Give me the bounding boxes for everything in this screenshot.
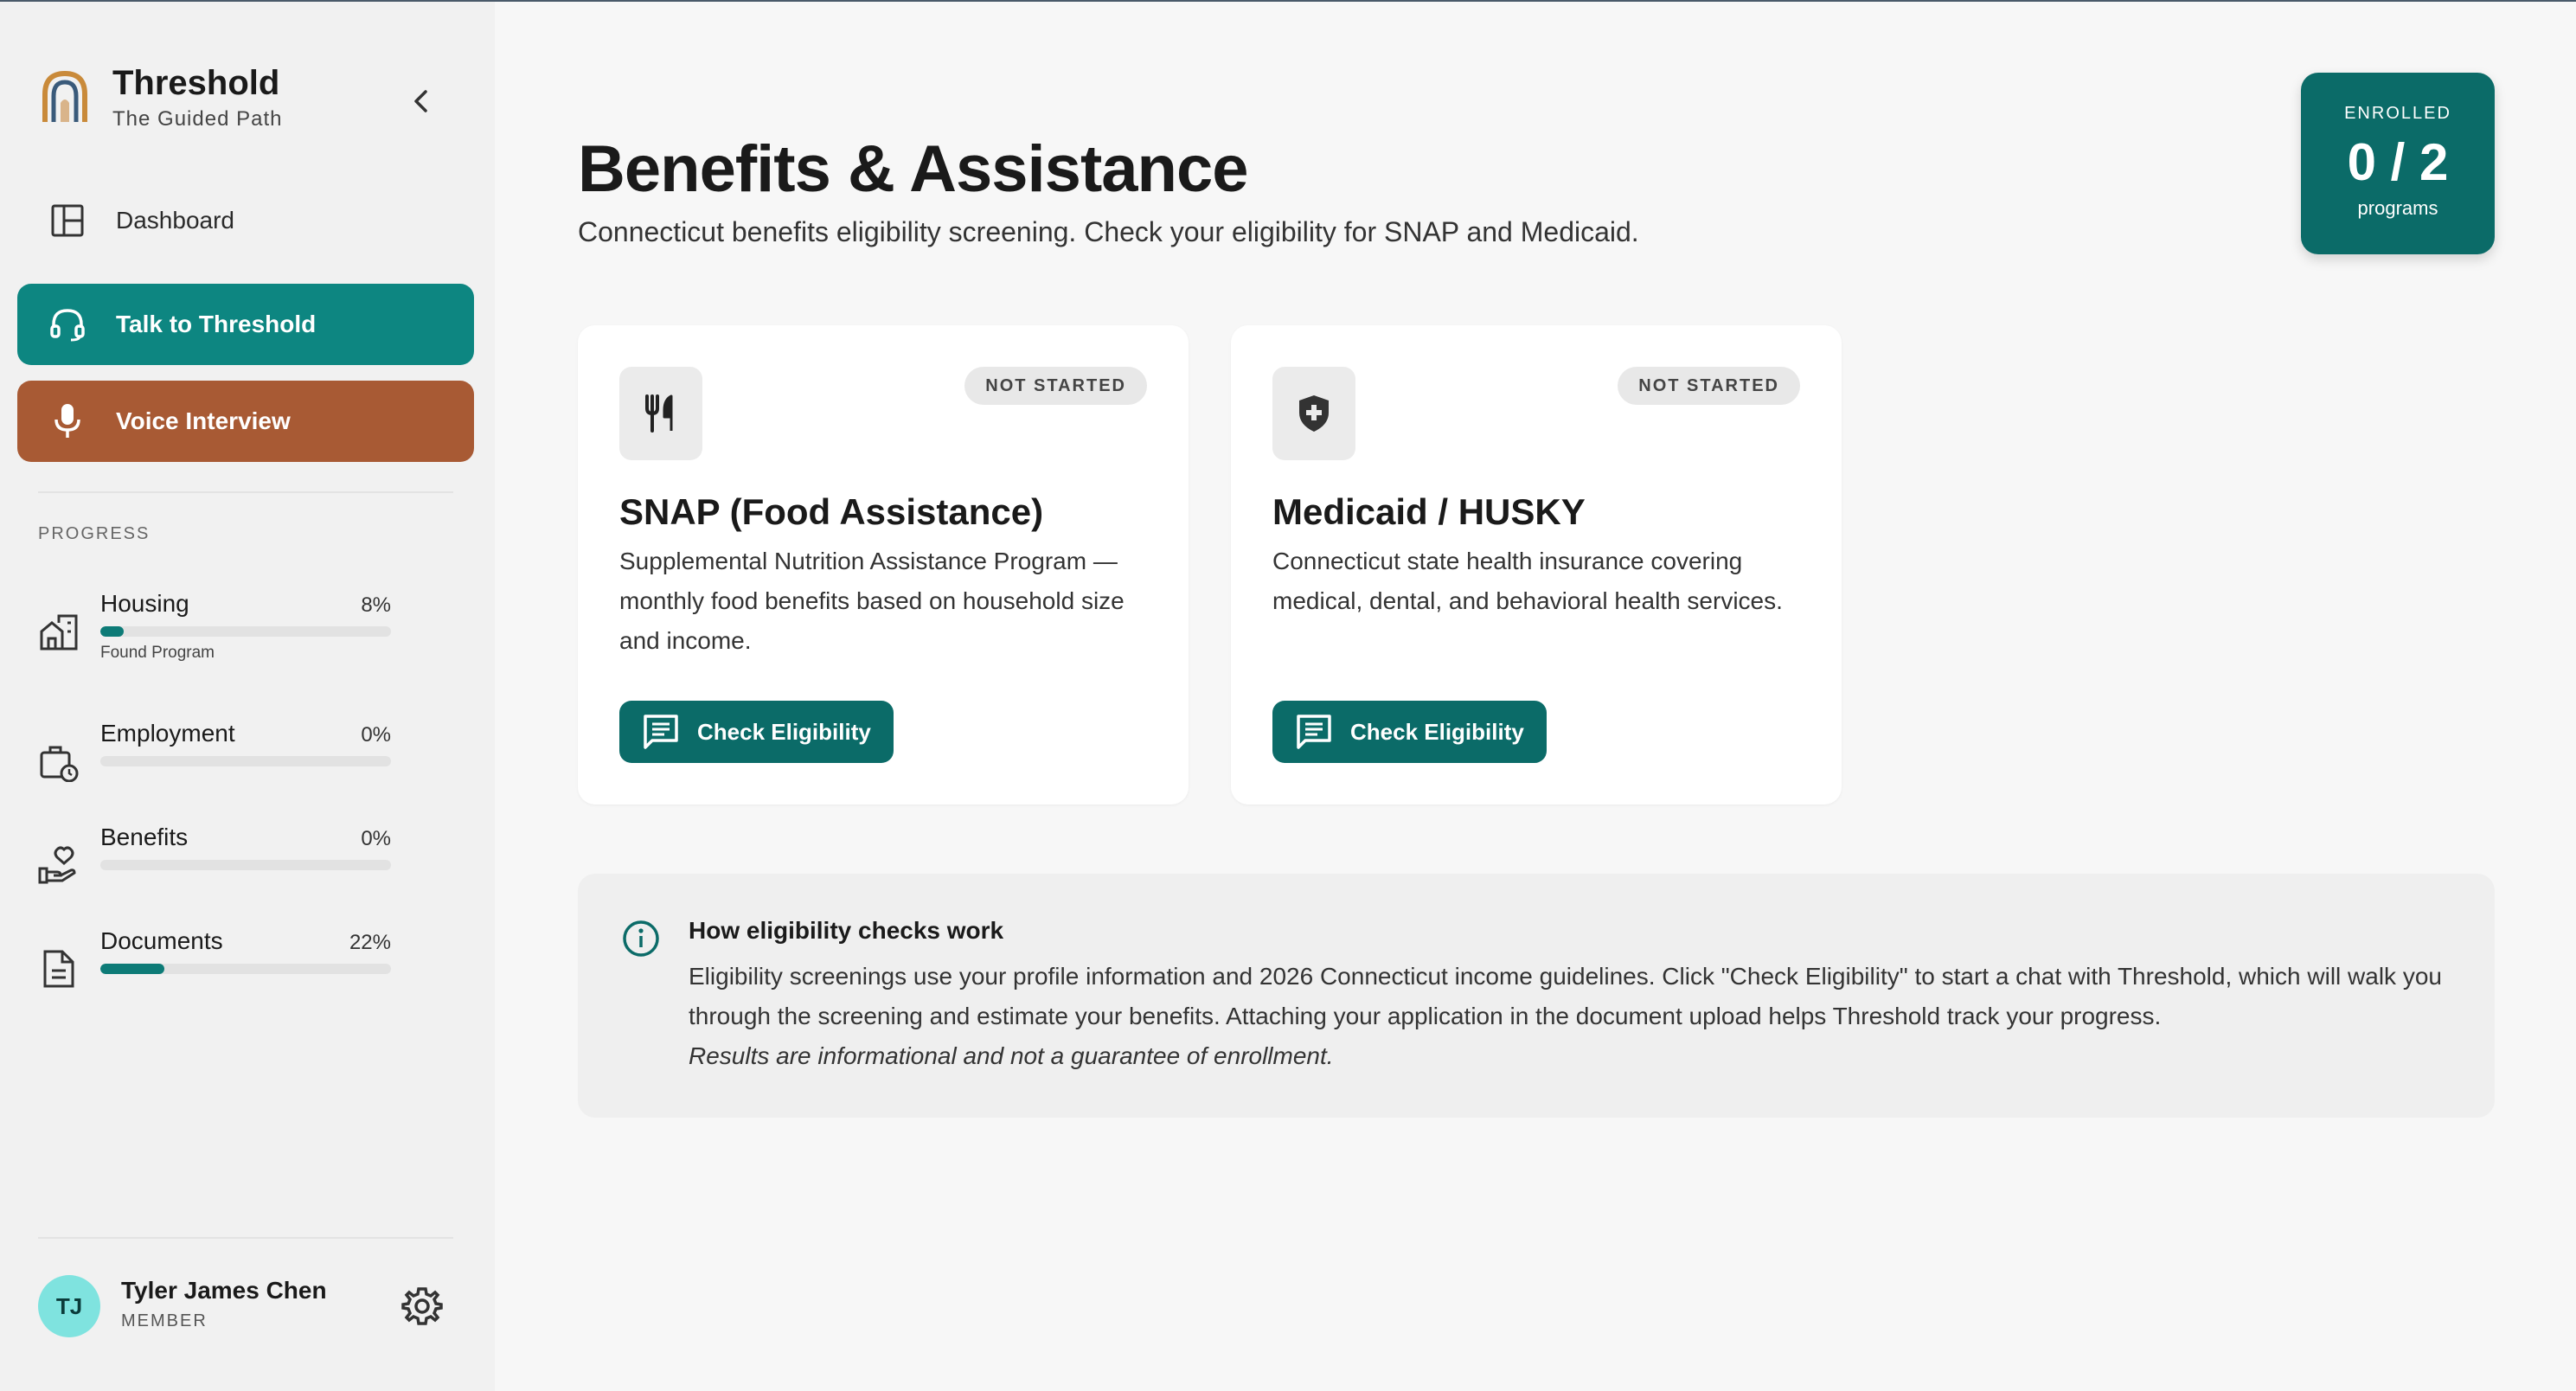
- progress-value: 0%: [361, 827, 391, 850]
- status-badge: NOT STARTED: [964, 367, 1147, 405]
- progress-status: Found Program: [100, 644, 215, 662]
- document-icon: [43, 950, 74, 988]
- page-title: Benefits & Assistance: [578, 132, 1248, 206]
- enrolled-unit: programs: [2357, 197, 2438, 219]
- avatar: TJ: [38, 1275, 100, 1337]
- info-body: Eligibility screenings use your profile …: [689, 957, 2470, 1076]
- sidebar-divider: [38, 1237, 453, 1239]
- progress-heading: PROGRESS: [38, 524, 151, 543]
- nav-talk-to-threshold[interactable]: Talk to Threshold: [17, 284, 474, 365]
- progress-label: Housing: [100, 590, 189, 617]
- progress-label: Documents: [100, 927, 223, 954]
- progress-bar: [100, 860, 391, 870]
- page-subtitle: Connecticut benefits eligibility screeni…: [578, 216, 1639, 247]
- layout-icon: [47, 200, 88, 241]
- progress-value: 8%: [361, 593, 391, 617]
- program-card-medicaid: NOT STARTED Medicaid / HUSKY Connecticut…: [1231, 325, 1842, 804]
- chat-icon: [1297, 715, 1331, 749]
- card-description: Supplemental Nutrition Assistance Progra…: [619, 548, 1125, 654]
- nav-voice-label: Voice Interview: [116, 407, 291, 434]
- brand[interactable]: Threshold The Guided Path: [38, 62, 282, 131]
- progress-item-documents[interactable]: Documents 22%: [38, 927, 391, 997]
- progress-fill: [100, 626, 124, 637]
- card-title: Medicaid / HUSKY: [1272, 491, 1586, 532]
- progress-fill: [100, 964, 164, 974]
- threshold-logo-icon: [42, 70, 87, 122]
- info-text: Eligibility screenings use your profile …: [689, 963, 2442, 1029]
- card-title: SNAP (Food Assistance): [619, 491, 1044, 532]
- card-description: Connecticut state health insurance cover…: [1272, 548, 1783, 614]
- house-building-icon: [40, 614, 78, 651]
- nav-dashboard-label: Dashboard: [116, 207, 234, 234]
- program-card-snap: NOT STARTED SNAP (Food Assistance) Suppl…: [578, 325, 1189, 804]
- user-profile[interactable]: TJ Tyler James Chen MEMBER: [38, 1273, 453, 1343]
- enrolled-count: 0 / 2: [2347, 133, 2449, 191]
- brand-subtitle: The Guided Path: [112, 107, 283, 131]
- progress-bar: [100, 756, 391, 766]
- headset-icon: [47, 304, 88, 345]
- info-disclaimer: Results are informational and not a guar…: [689, 1042, 1334, 1069]
- hand-heart-icon: [38, 846, 76, 884]
- check-eligibility-label: Check Eligibility: [1350, 718, 1524, 745]
- utensils-icon: [619, 367, 702, 460]
- shield-plus-icon: [1272, 367, 1355, 460]
- progress-label: Employment: [100, 720, 235, 747]
- sidebar: Threshold The Guided Path Dashboard Talk…: [0, 2, 495, 1391]
- progress-label: Benefits: [100, 824, 189, 850]
- progress-item-employment[interactable]: Employment 0%: [38, 720, 391, 789]
- check-eligibility-button-snap[interactable]: Check Eligibility: [619, 701, 894, 763]
- user-role: MEMBER: [121, 1311, 208, 1330]
- nav-voice-interview[interactable]: Voice Interview: [17, 381, 474, 462]
- status-badge: NOT STARTED: [1618, 367, 1800, 405]
- collapse-sidebar-button[interactable]: [400, 80, 443, 123]
- info-icon: [623, 920, 659, 957]
- nav-dashboard[interactable]: Dashboard: [17, 180, 474, 261]
- progress-item-benefits[interactable]: Benefits 0%: [38, 824, 391, 893]
- sidebar-divider: [38, 491, 453, 493]
- progress-value: 22%: [349, 931, 391, 954]
- progress-value: 0%: [361, 723, 391, 747]
- info-panel: How eligibility checks work Eligibility …: [578, 874, 2495, 1118]
- check-eligibility-label: Check Eligibility: [697, 718, 871, 745]
- enrolled-label: ENROLLED: [2344, 104, 2451, 123]
- user-name: Tyler James Chen: [121, 1277, 327, 1304]
- progress-item-housing[interactable]: Housing 8% Found Program: [38, 590, 391, 662]
- brand-title: Threshold: [112, 64, 280, 102]
- nav-talk-label: Talk to Threshold: [116, 311, 317, 337]
- enrolled-summary: ENROLLED 0 / 2 programs: [2301, 73, 2495, 254]
- progress-bar: [100, 626, 391, 637]
- progress-bar: [100, 964, 391, 974]
- microphone-icon: [47, 401, 88, 442]
- check-eligibility-button-medicaid[interactable]: Check Eligibility: [1272, 701, 1547, 763]
- briefcase-clock-icon: [40, 746, 79, 782]
- chevron-left-icon: [414, 90, 427, 112]
- chat-icon: [644, 715, 678, 749]
- gear-icon[interactable]: [400, 1284, 445, 1329]
- info-title: How eligibility checks work: [689, 917, 1004, 944]
